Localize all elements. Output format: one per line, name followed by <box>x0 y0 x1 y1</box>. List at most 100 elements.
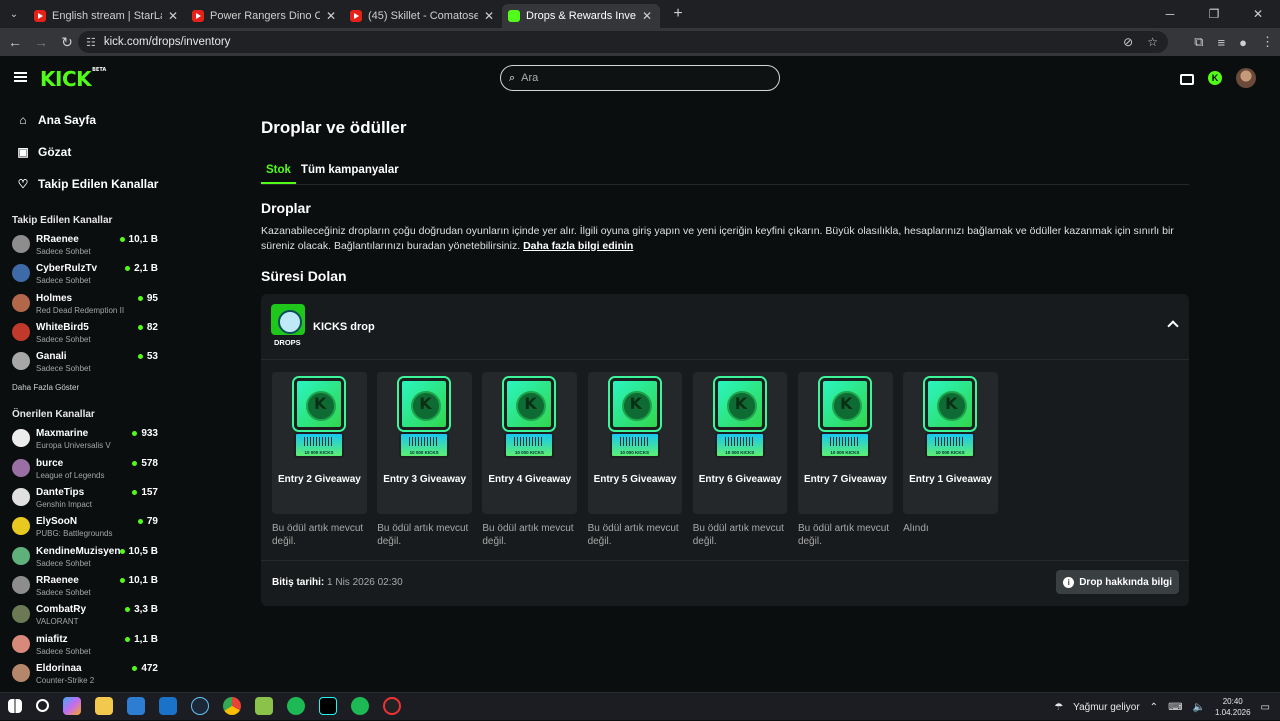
notepad-icon[interactable] <box>255 697 273 715</box>
back-icon[interactable]: ← <box>2 34 28 50</box>
channel-item[interactable]: CombatRy VALORANT 3,3 B <box>0 600 162 629</box>
channel-item[interactable]: KendineMuzisyen Sadece Sohbet 10,5 B <box>0 542 162 571</box>
channel-item[interactable]: DanteTips Genshin Impact 157 <box>0 483 162 512</box>
search-input[interactable]: ⌕ Ara <box>500 65 780 91</box>
reward-tile[interactable]: Entry 5 Giveaway <box>587 372 683 514</box>
drops-icon[interactable] <box>1180 73 1194 85</box>
windows-start-icon[interactable] <box>8 699 22 713</box>
search-taskbar-icon[interactable] <box>36 699 49 712</box>
kicks-balance-icon[interactable]: K <box>1208 71 1222 85</box>
viewer-count: 95 <box>137 292 158 304</box>
sidebar-nav-label: Ana Sayfa <box>38 113 97 127</box>
close-tab-icon[interactable]: ✕ <box>324 9 338 23</box>
channel-category: Europa Universalis V <box>36 441 111 451</box>
minimize-icon[interactable]: ─ <box>1148 0 1192 28</box>
channel-category: Sadece Sohbet <box>36 558 91 568</box>
channel-item[interactable]: Holmes Red Dead Redemption II 95 <box>0 289 162 318</box>
live-dot-icon <box>119 548 125 554</box>
drop-info-button[interactable]: i Drop hakkında bilgi <box>1056 570 1179 594</box>
weather-icon[interactable]: ☂ <box>1054 702 1063 713</box>
browser-menu-icon[interactable]: ⋮ <box>1261 34 1274 50</box>
user-avatar[interactable] <box>1236 68 1256 88</box>
reward-tile[interactable]: Entry 6 Giveaway <box>692 372 788 514</box>
new-tab-button[interactable]: + <box>666 5 690 23</box>
game-app-icon[interactable] <box>383 697 401 715</box>
reward-tile[interactable]: Entry 7 Giveaway <box>797 372 893 514</box>
extensions-icon[interactable]: ⧉ <box>1194 34 1203 50</box>
reward-tile[interactable]: Entry 1 Giveaway <box>903 372 998 514</box>
browser-tab[interactable]: Drops & Rewards Inventory - K ✕ <box>502 4 660 28</box>
channel-item[interactable]: miafitz Sadece Sohbet 1,1 B <box>0 630 162 659</box>
reward-status: Bu ödül artık mevcut değil. <box>377 523 469 547</box>
close-tab-icon[interactable]: ✕ <box>166 9 180 23</box>
profile-icon[interactable]: ● <box>1239 35 1247 50</box>
file-explorer-icon[interactable] <box>95 697 113 715</box>
tab-inventory[interactable]: Stok <box>261 164 296 184</box>
reward-tile[interactable]: Entry 2 Giveaway <box>272 372 367 514</box>
viewer-count-value: 95 <box>146 292 158 304</box>
media-controls-icon[interactable]: ≡ <box>1218 35 1226 50</box>
browser-tab[interactable]: (45) Skillet - Comatose (Lyrics) ✕ <box>344 4 502 28</box>
channel-item[interactable]: Eldorinaa Counter-Strike 2 472 <box>0 659 162 688</box>
channel-item[interactable]: Ganali Sadece Sohbet 53 <box>0 347 162 376</box>
site-info-icon[interactable]: ☷ <box>86 36 96 49</box>
learn-more-link[interactable]: Daha fazla bilgi edinin <box>523 240 633 252</box>
spotify-icon[interactable] <box>287 697 305 715</box>
show-more-link[interactable]: Daha Fazla Göster <box>0 383 162 392</box>
close-window-icon[interactable]: ✕ <box>1236 0 1280 28</box>
store-icon[interactable] <box>127 697 145 715</box>
live-dot-icon <box>125 636 131 642</box>
viewer-count-value: 472 <box>141 662 158 674</box>
channel-item[interactable]: ElySooN PUBG: Battlegrounds 79 <box>0 512 162 541</box>
volume-icon[interactable]: 🔈 <box>1193 702 1205 713</box>
tab-search-icon[interactable]: ⌄ <box>0 0 28 28</box>
reward-tile[interactable]: Entry 4 Giveaway <box>482 372 578 514</box>
viewer-count: 472 <box>132 663 158 674</box>
channel-item[interactable]: Maxmarine Europa Universalis V 933 <box>0 424 162 453</box>
clock[interactable]: 20:40 1.04.2026 <box>1215 696 1251 718</box>
tab-all-campaigns[interactable]: Tüm kampanyalar <box>296 164 404 184</box>
tracking-off-icon[interactable]: ⊘ <box>1123 35 1133 49</box>
reward-list: Entry 2 Giveaway Bu ödül artık mevcut değ… <box>272 372 998 548</box>
url-field[interactable]: ☷ kick.com/drops/inventory ⊘ ☆ <box>78 31 1168 53</box>
network-icon[interactable]: ⌨ <box>1168 702 1182 713</box>
bookmark-star-icon[interactable]: ☆ <box>1147 35 1158 49</box>
weather-text[interactable]: Yağmur geliyor <box>1073 702 1140 713</box>
close-tab-icon[interactable]: ✕ <box>482 9 496 23</box>
outlook-icon[interactable] <box>159 697 177 715</box>
menu-icon[interactable] <box>14 72 27 82</box>
reload-icon[interactable]: ↻ <box>54 34 80 51</box>
channel-item[interactable]: burce League of Legends 578 <box>0 454 162 483</box>
sidebar-nav-item[interactable]: ⌂ Ana Sayfa <box>16 104 162 136</box>
channel-item[interactable]: RRaenee Sadece Sohbet 10,1 B <box>0 230 162 259</box>
chrome-icon[interactable] <box>223 697 241 715</box>
restore-icon[interactable]: ❐ <box>1192 0 1236 28</box>
browser-tab[interactable]: English stream | StarLadder Bud ✕ <box>28 4 186 28</box>
windows-taskbar: ☂ Yağmur geliyor ⌃ ⌨ 🔈 20:40 1.04.2026 ▭ <box>0 692 1280 720</box>
tiktok-icon[interactable] <box>319 697 337 715</box>
tray-chevron-icon[interactable]: ⌃ <box>1150 702 1158 713</box>
notification-icon[interactable]: ▭ <box>1261 702 1270 713</box>
kicks-ticket-icon <box>925 432 976 458</box>
channel-avatar <box>12 663 30 682</box>
sidebar-nav-item[interactable]: ♡ Takip Edilen Kanallar <box>16 168 162 200</box>
spotify-alt-icon[interactable] <box>351 697 369 715</box>
reward-tile[interactable]: Entry 3 Giveaway <box>377 372 472 514</box>
campaign-header[interactable]: DROPS KICKS drop <box>261 294 1189 360</box>
kick-logo[interactable]: KICKBETA <box>40 67 106 91</box>
forward-icon[interactable]: → <box>28 34 54 50</box>
sidebar-nav-item[interactable]: ▣ Gözat <box>16 136 162 168</box>
channel-item[interactable]: CyberRulzTv Sadece Sohbet 2,1 B <box>0 259 162 288</box>
heart-icon: ♡ <box>17 177 29 191</box>
copilot-icon[interactable] <box>63 697 81 715</box>
chevron-up-icon[interactable] <box>1167 320 1179 332</box>
channel-item[interactable]: RRaenee Sadece Sohbet 10,1 B <box>0 571 162 600</box>
channel-category: Genshin Impact <box>36 500 93 510</box>
close-tab-icon[interactable]: ✕ <box>640 9 654 23</box>
channel-category: PUBG: Battlegrounds <box>36 529 113 539</box>
reward-item: Entry 1 Giveaway Alındı <box>903 372 998 548</box>
channel-item[interactable]: WhiteBird5 Sadece Sohbet 82 <box>0 318 162 347</box>
steam-icon[interactable] <box>191 697 209 715</box>
reward-item: Entry 3 Giveaway Bu ödül artık mevcut değ… <box>377 372 472 548</box>
browser-tab[interactable]: Power Rangers Dino Charge | S ✕ <box>186 4 344 28</box>
